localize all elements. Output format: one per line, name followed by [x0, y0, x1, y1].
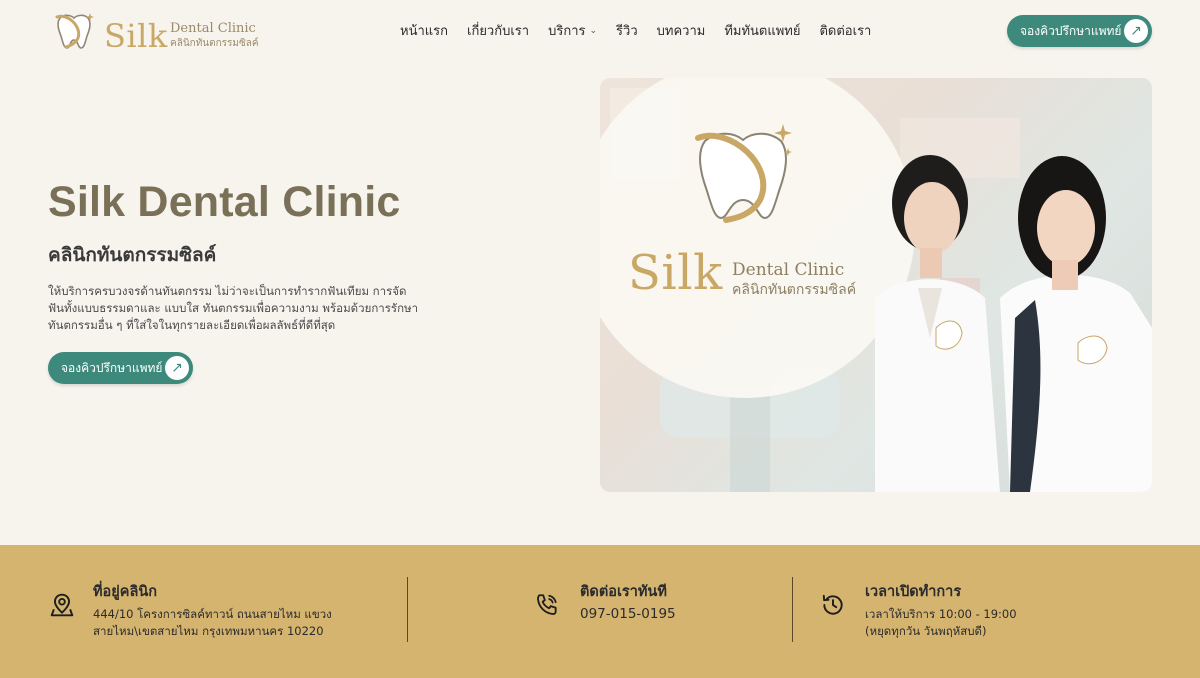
hero-image: Silk Dental Clinic คลินิกทันตกรรมซิลค์ [600, 78, 1152, 492]
arrow-up-right-icon: ↗ [1124, 19, 1148, 43]
logo-thai-name: คลินิกทันตกรรมซิลค์ [170, 38, 259, 49]
hours-block: เวลาเปิดทำการ เวลาให้บริการ 10:00 - 19:0… [793, 545, 1200, 678]
tooth-logo-icon [55, 13, 94, 49]
address-line-2: สายไหม\เขตสายไหม กรุงเทพมหานคร 10220 [93, 624, 324, 638]
nav-item-contact[interactable]: ติดต่อเรา [819, 20, 871, 41]
hero-book-consultation-button[interactable]: จองคิวปรึกษาแพทย์ ↗ [48, 352, 193, 384]
address-title: ที่อยู่คลินิก [93, 584, 158, 600]
hours-title: เวลาเปิดทำการ [865, 584, 962, 600]
contact-block: ติดต่อเราทันที 097-015-0195 [408, 545, 792, 678]
contact-title: ติดต่อเราทันที [580, 584, 667, 600]
site-header: Silk Dental Clinic คลินิกทันตกรรมซิลค์ ห… [0, 0, 1200, 62]
address-block: ที่อยู่คลินิก 444/10 โครงการซิลค์ทาวน์ ถ… [0, 545, 407, 678]
clinic-logo[interactable]: Silk Dental Clinic คลินิกทันตกรรมซิลค์ [52, 11, 262, 55]
nav-item-home[interactable]: หน้าแรก [400, 20, 448, 41]
clinic-info-bar: ที่อยู่คลินิก 444/10 โครงการซิลค์ทาวน์ ถ… [0, 545, 1200, 678]
hours-line-1: เวลาให้บริการ 10:00 - 19:00 [865, 607, 1017, 621]
hero-subtitle: คลินิกทันตกรรมซิลค์ [48, 244, 217, 266]
main-navigation: หน้าแรก เกี่ยวกับเรา บริการ ⌄ รีวิว บทคว… [400, 20, 890, 41]
arrow-up-right-icon: ↗ [165, 356, 189, 380]
nav-item-dentists[interactable]: ทีมทันตแพทย์ [724, 20, 800, 41]
phone-icon [537, 594, 557, 615]
hero-book-consultation-label: จองคิวปรึกษาแพทย์ [61, 360, 163, 375]
map-pin-icon [50, 593, 74, 617]
image-logo-thai-name: คลินิกทันตกรรมซิลค์ [732, 282, 857, 298]
book-consultation-button[interactable]: จองคิวปรึกษาแพทย์ ↗ [1007, 15, 1152, 47]
nav-item-about[interactable]: เกี่ยวกับเรา [467, 20, 529, 41]
chevron-down-icon: ⌄ [589, 25, 598, 36]
logo-wordmark: Silk [104, 17, 168, 55]
nav-item-services-label: บริการ [548, 24, 586, 39]
hours-line-2: (หยุดทุกวัน วันพฤหัสบดี) [865, 624, 987, 638]
phone-number-link[interactable]: 097-015-0195 [580, 606, 676, 623]
hero-title: Silk Dental Clinic [48, 178, 401, 226]
hero-description: ให้บริการครบวงจรด้านทันตกรรม ไม่ว่าจะเป็… [48, 284, 419, 332]
image-logo-subtitle: Dental Clinic [732, 260, 845, 280]
logo-subtitle: Dental Clinic [170, 21, 256, 36]
address-line-1: 444/10 โครงการซิลค์ทาวน์ ถนนสายไหม แขวง [93, 607, 332, 621]
history-clock-icon [822, 594, 843, 615]
nav-item-services[interactable]: บริการ ⌄ [548, 20, 597, 41]
nav-item-reviews[interactable]: รีวิว [616, 20, 638, 41]
book-consultation-label: จองคิวปรึกษาแพทย์ [1020, 23, 1122, 38]
image-logo-wordmark: Silk [628, 245, 723, 301]
nav-item-articles[interactable]: บทความ [657, 20, 706, 41]
